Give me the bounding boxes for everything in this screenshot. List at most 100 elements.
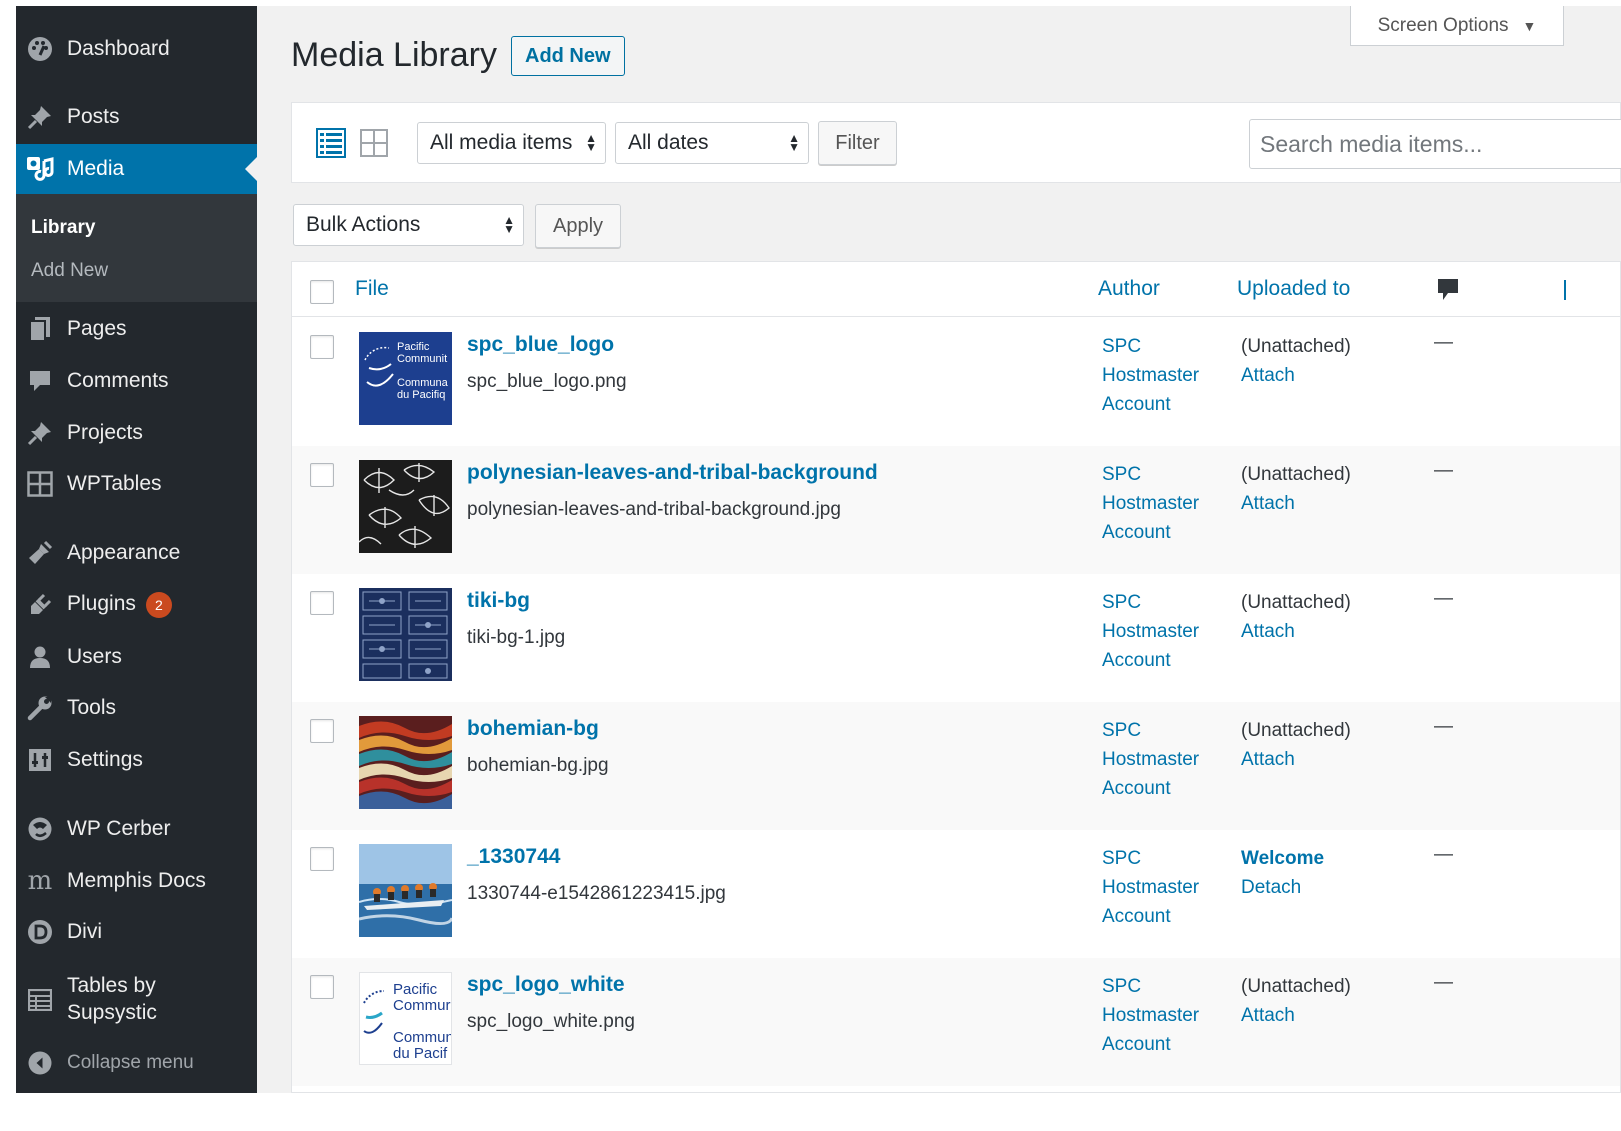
table-row: tiki-bg tiki-bg-1.jpg SPC Hostmaster Accou… bbox=[292, 574, 1620, 702]
menu-label: Pages bbox=[67, 317, 127, 340]
collapse-icon bbox=[26, 1049, 54, 1077]
media-table: File Author Uploaded to Pacific Communit C… bbox=[291, 261, 1621, 1093]
row-checkbox[interactable] bbox=[310, 975, 334, 999]
author-link[interactable]: SPC Hostmaster Account bbox=[1102, 716, 1199, 803]
menu-label: Tools bbox=[67, 696, 117, 719]
menu-divi[interactable]: Divi bbox=[16, 907, 257, 957]
media-title-link[interactable]: bohemian-bg bbox=[467, 717, 599, 741]
dashboard-icon bbox=[26, 35, 54, 63]
main-content: Screen Options ▼ Media Library Add New A… bbox=[257, 6, 1621, 1093]
row-checkbox[interactable] bbox=[310, 719, 334, 743]
thumbnail-spc-blue-logo[interactable]: Pacific Communit Communa du Pacifiq bbox=[359, 332, 452, 425]
media-title-link[interactable]: tiki-bg bbox=[467, 589, 530, 613]
menu-settings[interactable]: Settings bbox=[16, 735, 257, 785]
media-filename: spc_blue_logo.png bbox=[467, 371, 627, 392]
menu-pages[interactable]: Pages bbox=[16, 304, 257, 354]
uploaded-to-post-link[interactable]: Welcome bbox=[1241, 844, 1324, 873]
filter-button[interactable]: Filter bbox=[818, 121, 897, 165]
select-all-checkbox[interactable] bbox=[310, 280, 334, 304]
add-new-button[interactable]: Add New bbox=[511, 36, 625, 76]
media-title-link[interactable]: _1330744 bbox=[467, 845, 560, 869]
collapse-menu-button[interactable]: Collapse menu bbox=[16, 1038, 257, 1088]
menu-dashboard[interactable]: Dashboard bbox=[16, 24, 257, 74]
table-icon bbox=[26, 986, 54, 1014]
column-file[interactable]: File bbox=[355, 277, 389, 301]
row-checkbox[interactable] bbox=[310, 463, 334, 487]
uploaded-to-cell: (Unattached) Attach bbox=[1241, 716, 1351, 774]
date-filter[interactable]: All dates ▲ ▼ bbox=[615, 122, 809, 164]
grid-view-icon[interactable] bbox=[359, 128, 389, 158]
media-title-link[interactable]: spc_blue_logo bbox=[467, 333, 614, 357]
thumbnail-polynesian-leaves[interactable] bbox=[359, 460, 452, 553]
menu-label: Posts bbox=[67, 105, 120, 128]
uploaded-status: (Unattached) bbox=[1241, 720, 1351, 741]
screen-options-button[interactable]: Screen Options ▼ bbox=[1350, 6, 1564, 46]
menu-label: Appearance bbox=[67, 541, 181, 564]
column-uploaded-to[interactable]: Uploaded to bbox=[1237, 277, 1350, 301]
select-arrows-icon: ▲ ▼ bbox=[788, 131, 800, 154]
search-input[interactable] bbox=[1249, 119, 1621, 169]
media-toolbar: All media items ▲ ▼ All dates ▲ ▼ Filter bbox=[291, 102, 1621, 183]
menu-tools[interactable]: Tools bbox=[16, 683, 257, 733]
author-link[interactable]: SPC Hostmaster Account bbox=[1102, 332, 1199, 419]
author-link[interactable]: SPC Hostmaster Account bbox=[1102, 588, 1199, 675]
bulk-actions-select[interactable]: Bulk Actions ▲ ▼ bbox=[293, 204, 524, 246]
attach-link[interactable]: Attach bbox=[1241, 1001, 1351, 1030]
media-type-filter[interactable]: All media items ▲ ▼ bbox=[417, 122, 606, 164]
table-row: polynesian-leaves-and-tribal-background … bbox=[292, 446, 1620, 574]
menu-comments[interactable]: Comments bbox=[16, 356, 257, 406]
media-title-link[interactable]: spc_logo_white bbox=[467, 973, 625, 997]
uploaded-to-cell: (Unattached) Attach bbox=[1241, 588, 1351, 646]
submenu-add-new[interactable]: Add New bbox=[31, 260, 108, 282]
menu-label: Media bbox=[67, 157, 125, 180]
table-header: File Author Uploaded to bbox=[292, 262, 1620, 317]
row-checkbox[interactable] bbox=[310, 591, 334, 615]
thumbnail-text: Pacific Communit Communa du Pacifiq bbox=[397, 341, 448, 401]
comments-column-icon[interactable] bbox=[1437, 278, 1459, 307]
menu-appearance[interactable]: Appearance bbox=[16, 528, 257, 578]
author-link[interactable]: SPC Hostmaster Account bbox=[1102, 460, 1199, 547]
table-row: Pacific Communit Communa du Pacifiq spc_blu… bbox=[292, 318, 1620, 446]
media-type-filter-value: All media items bbox=[430, 131, 573, 154]
thumbnail-tiki-bg[interactable] bbox=[359, 588, 452, 681]
detach-link[interactable]: Detach bbox=[1241, 873, 1324, 902]
row-checkbox[interactable] bbox=[310, 847, 334, 871]
table-row: Pacific Commur Commun du Pacif spc_logo_whi… bbox=[292, 958, 1620, 1086]
menu-memphis-docs[interactable]: m Memphis Docs bbox=[16, 856, 257, 906]
attach-link[interactable]: Attach bbox=[1241, 617, 1351, 646]
apply-button[interactable]: Apply bbox=[535, 204, 621, 248]
author-link[interactable]: SPC Hostmaster Account bbox=[1102, 972, 1199, 1059]
comment-count: — bbox=[1434, 716, 1453, 737]
uploaded-to-cell: (Unattached) Attach bbox=[1241, 972, 1351, 1030]
author-link[interactable]: SPC Hostmaster Account bbox=[1102, 844, 1199, 931]
next-column-edge bbox=[1564, 280, 1566, 300]
media-filename: polynesian-leaves-and-tribal-background.… bbox=[467, 499, 841, 520]
menu-projects[interactable]: Projects bbox=[16, 408, 257, 458]
thumbnail-spc-logo-white[interactable]: Pacific Commur Commun du Pacif bbox=[359, 972, 452, 1065]
attach-link[interactable]: Attach bbox=[1241, 745, 1351, 774]
grid-icon bbox=[26, 470, 54, 498]
attach-link[interactable]: Attach bbox=[1241, 489, 1351, 518]
attach-link[interactable]: Attach bbox=[1241, 361, 1351, 390]
list-view-icon[interactable] bbox=[316, 128, 346, 158]
column-author[interactable]: Author bbox=[1098, 277, 1160, 301]
media-title-link[interactable]: polynesian-leaves-and-tribal-background bbox=[467, 461, 878, 485]
menu-wptables[interactable]: WPTables bbox=[16, 459, 257, 509]
row-checkbox[interactable] bbox=[310, 335, 334, 359]
submenu-library[interactable]: Library bbox=[31, 217, 95, 239]
menu-tables-by-supsystic[interactable]: Tables by Supsystic bbox=[16, 968, 257, 1032]
thumbnail-text: Pacific Commur Commun du Pacif bbox=[393, 981, 452, 1062]
thumbnail-canoe-photo[interactable] bbox=[359, 844, 452, 937]
cerber-icon bbox=[26, 815, 54, 843]
menu-media[interactable]: Media bbox=[16, 144, 257, 194]
menu-users[interactable]: Users bbox=[16, 632, 257, 682]
thumbnail-bohemian-bg[interactable] bbox=[359, 716, 452, 809]
menu-posts[interactable]: Posts bbox=[16, 92, 257, 142]
menu-wp-cerber[interactable]: WP Cerber bbox=[16, 804, 257, 854]
comment-count: — bbox=[1434, 460, 1453, 481]
comment-count: — bbox=[1434, 332, 1453, 353]
media-filename: 1330744-e1542861223415.jpg bbox=[467, 883, 726, 904]
menu-label: Settings bbox=[67, 748, 143, 771]
plugin-icon bbox=[26, 591, 54, 619]
menu-plugins[interactable]: Plugins 2 bbox=[16, 580, 257, 630]
